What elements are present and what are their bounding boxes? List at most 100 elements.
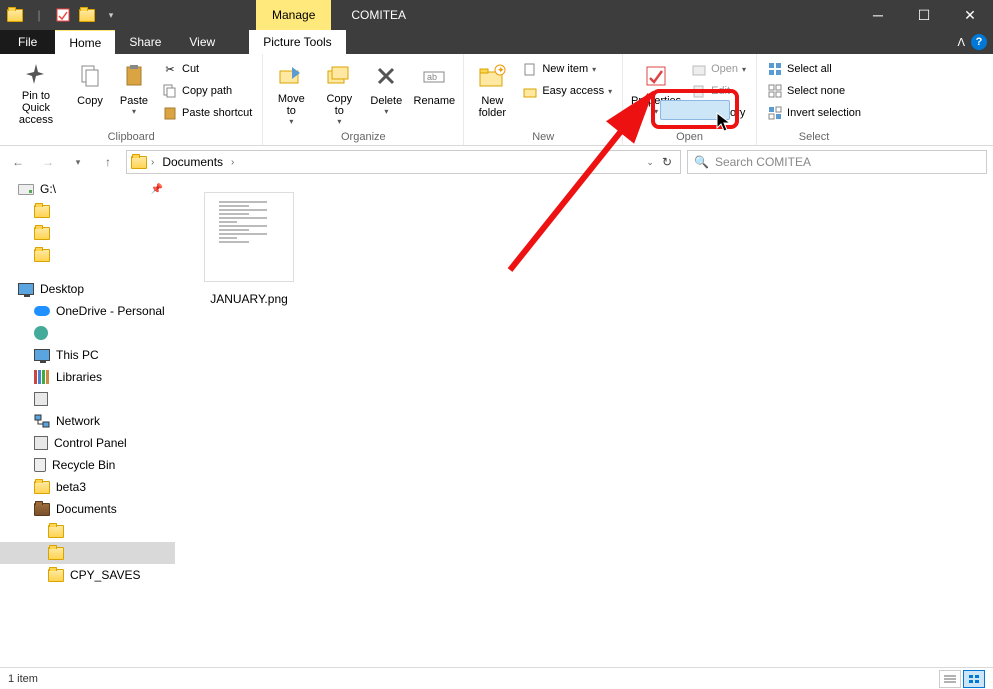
close-button[interactable]: ✕ [947,0,993,30]
svg-text:✦: ✦ [497,65,505,75]
nav-cpy-saves[interactable]: CPY_SAVES [0,564,175,586]
quick-access-toolbar: | ▾ [0,0,126,30]
up-button[interactable]: ↑ [96,150,120,174]
recycle-bin-icon [34,458,46,472]
open-icon [691,61,707,77]
new-folder-button[interactable]: ✦ New folder [468,56,516,128]
nav-recycle-bin[interactable]: Recycle Bin [0,454,175,476]
copy-path-icon [162,83,178,99]
collapse-ribbon-icon[interactable]: ᐱ [957,36,965,49]
breadcrumb-segment[interactable]: Documents [158,155,227,169]
nav-documents[interactable]: Documents [0,498,175,520]
pin-to-quick-access-button[interactable]: Pin to Quick access [4,56,68,128]
content-pane[interactable]: JANUARY.png [175,178,993,667]
libraries-icon [34,370,50,384]
cut-button[interactable]: ✂Cut [158,58,256,80]
ribbon: Pin to Quick access Copy Paste ▾ ✂Cut Co… [0,54,993,146]
address-bar-row: ← → ▾ ↑ › Documents › ⌄ ↻ 🔍 Search COMIT… [0,146,993,178]
nav-folder-item-selected[interactable] [0,542,175,564]
search-input[interactable]: 🔍 Search COMITEA [687,150,987,174]
search-icon: 🔍 [694,155,709,169]
select-none-button[interactable]: Select none [763,80,865,102]
move-to-icon [278,63,304,87]
minimize-button[interactable]: ─ [855,0,901,30]
rename-icon: ab [422,66,446,86]
help-icon[interactable]: ? [971,34,987,50]
nav-folder-item[interactable] [0,222,175,244]
move-to-label: Move to [273,93,309,117]
details-view-button[interactable] [939,670,961,688]
refresh-button[interactable]: ↻ [658,155,676,169]
desktop-icon [18,283,34,295]
file-name: JANUARY.png [199,292,299,306]
ribbon-group-new: ✦ New folder New item Easy access New [464,54,623,145]
open-button[interactable]: Open [687,58,750,80]
rename-button[interactable]: ab Rename [409,56,459,128]
new-item-button[interactable]: New item [518,58,616,80]
forward-button[interactable]: → [36,150,60,174]
back-button[interactable]: ← [6,150,30,174]
nav-folder-item[interactable] [0,244,175,266]
edit-icon [691,83,707,99]
copy-button[interactable]: Copy [68,56,112,128]
tab-view[interactable]: View [175,30,229,54]
copy-to-icon [326,63,352,87]
recent-locations-button[interactable]: ▾ [66,150,90,174]
edit-button[interactable]: Edit [687,80,750,102]
qat-folder2-icon[interactable] [76,4,98,26]
copy-label: Copy [77,95,103,107]
control-panel-icon [34,436,48,450]
new-group-label: New [468,129,618,145]
breadcrumb[interactable]: › Documents › ⌄ ↻ [126,150,681,174]
invert-selection-button[interactable]: Invert selection [763,102,865,124]
navigation-pane[interactable]: G:\📌 Desktop OneDrive - Personal This PC… [0,178,175,667]
move-to-button[interactable]: Move to▾ [267,56,315,128]
drive-icon [18,184,34,195]
paste-button[interactable]: Paste ▾ [112,56,156,128]
copy-path-button[interactable]: Copy path [158,80,256,102]
nav-folder-item[interactable] [0,200,175,222]
chevron-right-icon[interactable]: › [151,157,154,168]
network-icon [34,414,50,428]
breadcrumb-dropdown-icon[interactable]: ⌄ [646,157,654,168]
file-thumbnail [204,192,294,282]
paste-shortcut-icon [162,105,178,121]
nav-desktop[interactable]: Desktop [0,278,175,300]
maximize-button[interactable]: ☐ [901,0,947,30]
open-group-label: Open [627,129,752,145]
tab-share[interactable]: Share [115,30,175,54]
nav-control-panel[interactable]: Control Panel [0,432,175,454]
qat-dropdown-icon[interactable]: ▾ [100,4,122,26]
svg-text:ab: ab [427,72,437,82]
delete-button[interactable]: Delete▾ [363,56,409,128]
copy-to-button[interactable]: Copy to▾ [315,56,363,128]
chevron-right-icon[interactable]: › [231,157,234,168]
delete-icon [375,65,397,87]
select-none-icon [767,83,783,99]
nav-beta3[interactable]: beta3 [0,476,175,498]
file-item[interactable]: JANUARY.png [199,192,299,306]
organize-group-label: Organize [267,129,459,145]
rename-label: Rename [414,95,456,107]
paste-label: Paste [120,95,148,107]
qat-folder-icon[interactable] [4,4,26,26]
nav-user[interactable] [0,322,175,344]
nav-network[interactable]: Network [0,410,175,432]
thumbnails-view-button[interactable] [963,670,985,688]
nav-drive-g[interactable]: G:\📌 [0,178,175,200]
tab-home[interactable]: Home [55,30,115,54]
breadcrumb-folder-icon [131,156,147,169]
easy-access-button[interactable]: Easy access [518,80,616,102]
invert-selection-icon [767,105,783,121]
select-all-button[interactable]: Select all [763,58,865,80]
tab-file[interactable]: File [0,30,55,54]
nav-folder-item[interactable] [0,520,175,542]
nav-onedrive[interactable]: OneDrive - Personal [0,300,175,322]
nav-libraries[interactable]: Libraries [0,366,175,388]
folder-icon [48,547,64,560]
paste-shortcut-button[interactable]: Paste shortcut [158,102,256,124]
tab-picture-tools[interactable]: Picture Tools [249,30,345,54]
nav-unknown[interactable] [0,388,175,410]
nav-this-pc[interactable]: This PC [0,344,175,366]
qat-properties-icon[interactable] [52,4,74,26]
